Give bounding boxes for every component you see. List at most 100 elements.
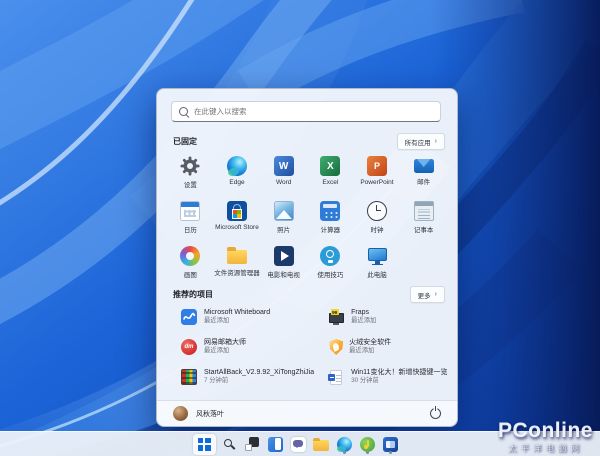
- pinned-app-calendar[interactable]: 日历: [167, 196, 214, 241]
- start-menu: 已固定 所有应用 › 设置: [156, 88, 458, 427]
- netease-letters: dm: [185, 344, 194, 350]
- pinned-app-label: 画图: [184, 269, 197, 279]
- excel-letter: X: [327, 161, 334, 172]
- mail-icon: [414, 159, 434, 173]
- recommended-subtitle: 最近添加: [351, 317, 376, 325]
- pinned-app-notepad[interactable]: 记事本: [400, 196, 447, 241]
- pinned-app-label: 照片: [277, 224, 290, 234]
- word-letter: W: [279, 161, 288, 172]
- file-explorer-icon: [227, 250, 247, 264]
- pinned-app-paint[interactable]: 画图: [167, 241, 214, 286]
- taskbar-music-app[interactable]: [358, 434, 377, 455]
- pinned-app-movies-tv[interactable]: 电影和电视: [260, 241, 307, 286]
- taskbar-office-app[interactable]: [381, 434, 400, 455]
- more-button[interactable]: 更多 ›: [410, 286, 445, 303]
- whiteboard-icon: [181, 309, 197, 325]
- paint-icon: [180, 246, 200, 266]
- pinned-app-word[interactable]: W Word: [260, 151, 307, 196]
- pinned-app-mail[interactable]: 邮件: [400, 151, 447, 196]
- recommended-item-startallback[interactable]: StartAllBack_V2.9.92_XiTongZhiJia 7 分钟前: [171, 362, 318, 392]
- edge-icon: [227, 156, 247, 176]
- taskbar-search-button[interactable]: [220, 434, 239, 455]
- pinned-app-tips[interactable]: 使用技巧: [307, 241, 354, 286]
- movies-tv-icon: [274, 246, 294, 266]
- pinned-app-label: Microsoft Store: [215, 224, 259, 231]
- pinned-app-photos[interactable]: 照片: [260, 196, 307, 241]
- desktop: 已固定 所有应用 › 设置: [0, 0, 600, 456]
- chevron-right-icon: ›: [435, 138, 437, 145]
- recommended-subtitle: 30 分钟前: [351, 377, 447, 385]
- more-label: 更多: [418, 290, 431, 300]
- pinned-header: 已固定: [173, 136, 197, 147]
- recommended-item-netease-mail[interactable]: dm 网易邮箱大师 最近添加: [171, 332, 318, 362]
- task-view-button[interactable]: [243, 434, 262, 455]
- pinned-app-label: 计算器: [321, 224, 341, 234]
- user-avatar[interactable]: [173, 406, 188, 421]
- task-view-icon: [245, 437, 259, 451]
- pinned-app-label: 使用技巧: [317, 269, 343, 279]
- word-icon: W: [274, 156, 294, 176]
- pinned-app-powerpoint[interactable]: P PowerPoint: [354, 151, 401, 196]
- pinned-app-file-explorer[interactable]: 文件资源管理器: [214, 241, 261, 286]
- search-input[interactable]: [171, 101, 441, 122]
- pinned-apps-grid: 设置 Edge W Word X Excel P PowerPoint 邮件: [167, 151, 447, 286]
- taskbar-file-explorer[interactable]: [312, 434, 331, 455]
- recommended-subtitle: 最近添加: [204, 317, 270, 325]
- pinned-app-excel[interactable]: X Excel: [307, 151, 354, 196]
- search-icon: [179, 107, 188, 116]
- notepad-icon: [414, 201, 434, 221]
- recommended-item-whiteboard[interactable]: Microsoft Whiteboard 最近添加: [171, 302, 318, 332]
- pinned-app-clock[interactable]: 时钟: [354, 196, 401, 241]
- pinned-app-microsoft-store[interactable]: Microsoft Store: [214, 196, 261, 241]
- calculator-icon: [320, 201, 340, 221]
- widgets-button[interactable]: [266, 434, 285, 455]
- chevron-right-icon: ›: [435, 291, 437, 298]
- pinned-app-label: Excel: [322, 179, 338, 186]
- pinned-app-label: 记事本: [414, 224, 434, 234]
- recommended-item-fraps[interactable]: 99 Fraps 最近添加: [318, 302, 451, 332]
- file-explorer-icon: [313, 440, 329, 451]
- recommended-item-huorong[interactable]: 火绒安全软件 最近添加: [318, 332, 451, 362]
- clock-icon: [367, 201, 387, 221]
- taskbar-edge[interactable]: [335, 434, 354, 455]
- pinned-app-label: Edge: [229, 179, 244, 186]
- pinned-app-label: 文件资源管理器: [214, 267, 260, 277]
- photos-icon: [274, 201, 294, 221]
- chat-button[interactable]: [289, 434, 308, 455]
- pinned-app-label: Word: [276, 179, 291, 186]
- pinned-app-edge[interactable]: Edge: [214, 151, 261, 196]
- powerpoint-letter: P: [374, 161, 380, 171]
- pinned-app-label: 电影和电视: [267, 269, 300, 279]
- powerpoint-icon: P: [367, 156, 387, 176]
- calendar-icon: [180, 201, 200, 221]
- recommended-subtitle: 7 分钟前: [204, 377, 314, 385]
- taskbar-icons: [193, 434, 400, 455]
- pinned-app-label: PowerPoint: [360, 179, 393, 186]
- recommended-subtitle: 最近添加: [204, 347, 246, 355]
- taskbar: [0, 431, 600, 456]
- power-button[interactable]: [430, 408, 441, 419]
- huorong-security-icon: [329, 339, 343, 355]
- settings-gear-icon: [180, 156, 200, 176]
- office-app-icon: [383, 437, 398, 452]
- search-icon: [223, 438, 236, 451]
- widgets-icon: [268, 437, 283, 452]
- pinned-app-calculator[interactable]: 计算器: [307, 196, 354, 241]
- microsoft-store-icon: [227, 201, 247, 221]
- startallback-icon: [181, 369, 197, 385]
- start-button[interactable]: [193, 434, 216, 455]
- all-apps-button[interactable]: 所有应用 ›: [397, 133, 445, 150]
- pinned-app-label: 设置: [184, 179, 197, 189]
- fraps-icon: 99: [328, 309, 344, 325]
- pinned-app-label: 邮件: [417, 176, 430, 186]
- chat-icon: [291, 437, 306, 452]
- recommended-item-win11-doc[interactable]: Win11变化大！新增快捷键一览 30 分钟前: [318, 362, 451, 392]
- recommended-subtitle: 最近添加: [349, 347, 391, 355]
- netease-mail-icon: dm: [181, 339, 197, 355]
- pinned-app-this-pc[interactable]: 此电脑: [354, 241, 401, 286]
- pinned-app-label: 时钟: [370, 224, 383, 234]
- recommended-header: 推荐的项目: [173, 289, 213, 300]
- music-app-icon: [360, 437, 375, 452]
- pinned-app-settings[interactable]: 设置: [167, 151, 214, 196]
- start-menu-footer: 风秋落叶: [157, 400, 457, 426]
